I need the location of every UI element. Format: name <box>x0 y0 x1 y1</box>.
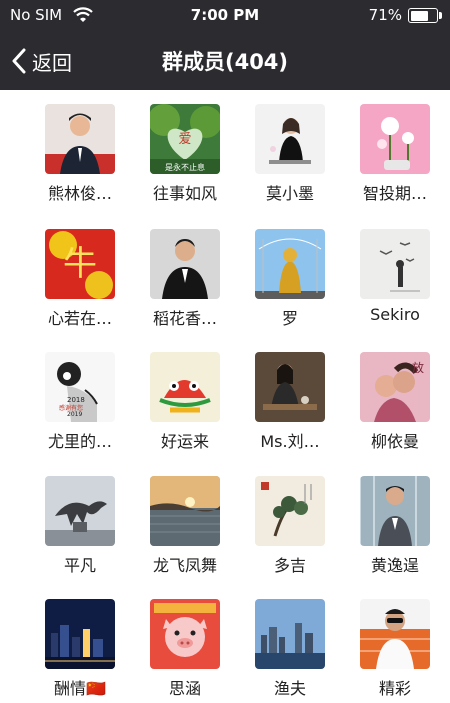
avatar-pine-painting[interactable] <box>255 476 325 546</box>
member-item[interactable]: 爱是永不止息往事如风 <box>129 104 241 204</box>
member-name: 平凡 <box>63 556 96 575</box>
member-name: 莫小墨 <box>265 184 314 203</box>
member-name: 往事如风 <box>152 184 217 203</box>
member-name: 酬情🇨🇳 <box>54 679 106 698</box>
avatar-golden-buddha[interactable] <box>255 229 325 299</box>
member-name: 黄逸逞 <box>370 556 419 575</box>
member-name: 罗 <box>281 309 298 328</box>
avatar-woman-tea[interactable] <box>255 352 325 422</box>
avatar-pink-flowers[interactable] <box>360 104 430 174</box>
avatar-man-sunglasses[interactable] <box>360 599 430 669</box>
svg-text:放: 放 <box>412 360 424 375</box>
svg-text:爱: 爱 <box>178 132 191 147</box>
member-item[interactable]: 思涵 <box>129 599 241 699</box>
avatar-heart-tree[interactable]: 爱是永不止息 <box>150 104 220 174</box>
member-name: 智投期… <box>362 184 427 203</box>
member-name: 思涵 <box>168 679 201 698</box>
avatar-sea-sunset[interactable] <box>150 476 220 546</box>
svg-text:2018: 2018 <box>67 396 85 404</box>
avatar-birds-sketch[interactable] <box>360 229 430 299</box>
avatar-man-suit-gray[interactable] <box>150 229 220 299</box>
page-title: 群成员(404) <box>161 50 289 74</box>
member-item[interactable]: 渔夫 <box>234 599 346 699</box>
member-name: Ms.刘… <box>260 432 320 451</box>
navigation-bar: 返回 群成员(404) <box>0 32 450 90</box>
member-name: Sekiro <box>370 305 420 324</box>
avatar-lion-dance[interactable] <box>150 352 220 422</box>
member-item[interactable]: Ms.刘… <box>234 352 346 452</box>
top-bar: No SIM 7:00 PM 71% 返回 群成员(404) <box>0 0 450 90</box>
member-item[interactable]: 黄逸逞 <box>339 476 450 576</box>
avatar-city-bay[interactable] <box>255 599 325 669</box>
member-item[interactable]: 牛心若在… <box>24 229 136 329</box>
member-item[interactable]: Sekiro <box>339 229 450 324</box>
member-grid: 熊林俊… 爱是永不止息 往事如风 莫小墨 智投期… 牛心若在… 稻花香… 罗 Sekiro 201… <box>0 90 450 703</box>
battery-tip <box>439 12 442 19</box>
member-name: 尤里的… <box>47 432 112 451</box>
avatar-red-calligraphy[interactable]: 牛 <box>45 229 115 299</box>
member-item[interactable]: 好运来 <box>129 352 241 452</box>
member-item[interactable]: 莫小墨 <box>234 104 346 204</box>
avatar-couple-pink[interactable]: 放 <box>360 352 430 422</box>
member-item[interactable]: 熊林俊… <box>24 104 136 204</box>
member-item[interactable]: 平凡 <box>24 476 136 576</box>
avatar-city-night[interactable] <box>45 599 115 669</box>
member-item[interactable]: 多吉 <box>234 476 346 576</box>
avatar-cartoon-bow[interactable]: 2018 感谢有您 2019 <box>45 352 115 422</box>
member-item[interactable]: 龙飞凤舞 <box>129 476 241 576</box>
avatar-man-glass-wall[interactable] <box>360 476 430 546</box>
battery-percent: 71% <box>368 6 402 24</box>
battery-icon <box>408 8 438 23</box>
avatar-horse-statue[interactable] <box>45 476 115 546</box>
member-item[interactable]: 2018 感谢有您 2019 尤里的… <box>24 352 136 452</box>
battery-level <box>410 10 428 21</box>
member-name: 多吉 <box>273 556 306 575</box>
member-item[interactable]: 精彩 <box>339 599 450 699</box>
member-item[interactable]: 智投期… <box>339 104 450 204</box>
avatar-woman-bench[interactable] <box>255 104 325 174</box>
member-item[interactable]: 酬情🇨🇳 <box>24 599 136 699</box>
member-name: 柳依曼 <box>370 432 419 451</box>
member-item[interactable]: 罗 <box>234 229 346 329</box>
member-name: 渔夫 <box>273 679 306 698</box>
member-item[interactable]: 稻花香… <box>129 229 241 329</box>
status-bar: No SIM 7:00 PM 71% <box>0 0 450 32</box>
member-name: 熊林俊… <box>47 184 112 203</box>
svg-text:牛: 牛 <box>63 244 97 284</box>
avatar-pig-cartoon[interactable] <box>150 599 220 669</box>
svg-text:是永不止息: 是永不止息 <box>165 162 205 172</box>
member-name: 心若在… <box>47 309 112 328</box>
member-name: 精彩 <box>378 679 411 698</box>
avatar-man-suit[interactable] <box>45 104 115 174</box>
svg-text:2019: 2019 <box>67 411 82 418</box>
member-item[interactable]: 放柳依曼 <box>339 352 450 452</box>
member-name: 稻花香… <box>152 309 217 328</box>
member-name: 好运来 <box>160 432 209 451</box>
member-name: 龙飞凤舞 <box>152 556 217 575</box>
